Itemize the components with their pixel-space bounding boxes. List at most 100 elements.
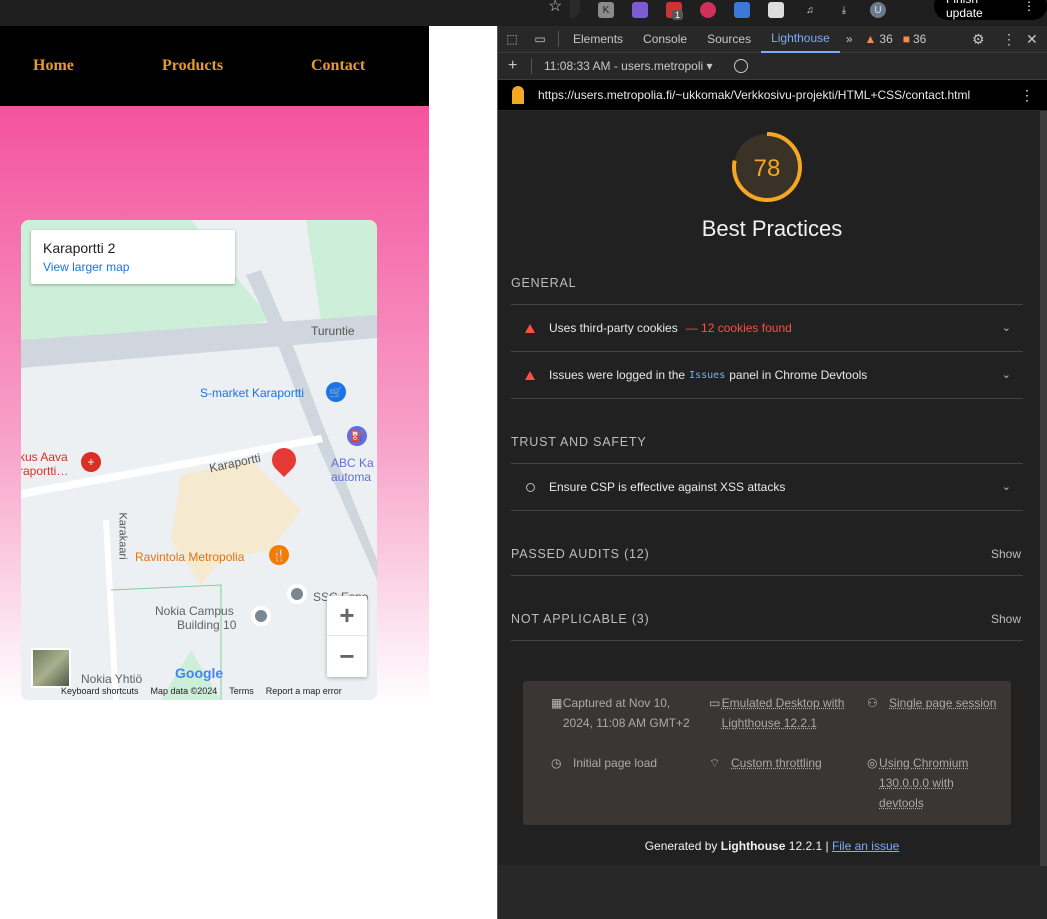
group-passed-audits[interactable]: PASSED AUDITS (12) (511, 547, 650, 561)
nav-home-link[interactable]: Home (33, 57, 74, 75)
download-icon[interactable]: ⤓ (836, 2, 852, 18)
device-toolbar-icon[interactable]: ▭ (526, 32, 554, 46)
file-an-issue-link[interactable]: File an issue (832, 839, 899, 853)
env-text: Initial page load (573, 756, 658, 770)
audit-issues-logged[interactable]: Issues were logged in the Issues panel i… (511, 351, 1023, 398)
map-label: Building 10 (177, 618, 237, 632)
group-not-applicable[interactable]: NOT APPLICABLE (3) (511, 612, 650, 626)
new-report-icon[interactable]: + (508, 57, 517, 75)
env-text[interactable]: Using Chromium 130.0.0.0 with devtools (879, 753, 997, 813)
tab-lighthouse[interactable]: Lighthouse (761, 26, 840, 53)
env-captured: ▦ Captured at Nov 10, 2024, 11:08 AM GMT+… (551, 693, 691, 733)
env-throttling: ⌔ Custom throttling (709, 753, 849, 773)
nav-contact-link[interactable]: Contact (311, 57, 365, 75)
terms-link[interactable]: Terms (229, 686, 254, 696)
footer-version: 12.2.1 | (788, 839, 829, 853)
fuel-station-icon[interactable]: ⛽ (347, 426, 367, 446)
warning-count[interactable]: 36 (879, 32, 892, 46)
shopping-cart-icon[interactable]: 🛒 (326, 382, 346, 402)
show-na-button[interactable]: Show (991, 612, 1021, 626)
satellite-toggle-button[interactable] (31, 648, 71, 688)
tab-console[interactable]: Console (633, 26, 697, 53)
show-passed-button[interactable]: Show (991, 547, 1021, 561)
map-label: Nokia Yhtiö (81, 672, 143, 686)
extension-badge: 1 (672, 10, 684, 20)
map-label: Ravintola Metropolia (135, 550, 245, 564)
chevron-down-icon[interactable]: ⌄ (1002, 368, 1011, 381)
tab-sources[interactable]: Sources (697, 26, 761, 53)
bookmark-star-icon[interactable]: ☆ (548, 0, 562, 16)
inspect-element-icon[interactable]: ⬚ (498, 32, 526, 46)
embedded-map[interactable]: Karaportti 2 View larger map Turuntie S-… (21, 220, 377, 700)
extension-icon[interactable] (700, 2, 716, 18)
media-icon[interactable]: ♫ (802, 2, 818, 18)
issues-count[interactable]: 36 (913, 32, 926, 46)
kebab-menu-icon[interactable]: ⋮ (1002, 31, 1016, 48)
audit-title-rest: panel in Chrome Devtools (729, 368, 868, 382)
place-marker-icon[interactable] (287, 584, 307, 604)
view-larger-map-link[interactable]: View larger map (43, 260, 223, 274)
issues-code: Issues (689, 369, 726, 381)
report-select[interactable]: 11:08:33 AM - users.metropoli ▾ (544, 59, 713, 73)
map-label: Karakaari (116, 512, 129, 560)
kebab-menu-icon[interactable]: ⋮ (1023, 0, 1035, 13)
chrome-icon: ◎ (867, 756, 878, 770)
nav-products-link[interactable]: Products (162, 57, 223, 75)
env-single-page: ⚇ Single page session (867, 693, 997, 713)
group-general: GENERAL (511, 276, 577, 290)
map-label: raportti… (21, 464, 69, 478)
map-label: Turuntie (311, 324, 355, 338)
lighthouse-logo-icon (512, 86, 524, 104)
place-marker-icon[interactable] (251, 606, 271, 626)
report-select-value: 11:08:33 AM - users.metropoli (544, 59, 704, 73)
laptop-icon: ▭ (709, 696, 721, 710)
warning-icon: ▲ (864, 32, 877, 46)
env-text[interactable]: Single page session (889, 693, 996, 713)
report-url: https://users.metropolia.fi/~ukkomak/Ver… (538, 88, 971, 102)
devtools-tabbar: ⬚ ▭ Elements Console Sources Lighthouse … (498, 26, 1047, 53)
finish-update-button[interactable]: Finish update ⋮ (934, 0, 1047, 20)
map-place-title: Karaportti 2 (43, 240, 116, 256)
hospital-icon[interactable]: + (81, 452, 101, 472)
more-tabs-icon[interactable]: » (840, 32, 859, 46)
clear-reports-icon[interactable] (734, 59, 748, 73)
audit-third-party-cookies[interactable]: Uses third-party cookies — 12 cookies fo… (511, 304, 1023, 351)
tab-elements[interactable]: Elements (563, 26, 633, 53)
google-logo: Google (175, 665, 224, 681)
devtools-scrollbar[interactable] (1040, 111, 1047, 866)
extension-icon[interactable] (632, 2, 648, 18)
kebab-menu-icon[interactable]: ⋮ (1020, 87, 1034, 104)
runtime-settings: ▦ Captured at Nov 10, 2024, 11:08 AM GMT+… (523, 681, 1011, 825)
extension-icon[interactable]: K (598, 2, 614, 18)
env-initial-load: ◷ Initial page load (551, 753, 691, 773)
extension-icon[interactable] (768, 2, 784, 18)
timer-icon: ◷ (551, 756, 562, 770)
zoom-out-button[interactable]: − (327, 636, 367, 676)
fail-triangle-icon (525, 370, 535, 380)
profile-avatar[interactable]: U (870, 2, 886, 18)
extension-icon[interactable]: 1 (666, 2, 684, 20)
report-map-error-link[interactable]: Report a map error (266, 686, 342, 696)
restaurant-icon[interactable]: 🍴 (269, 545, 289, 565)
audit-csp-xss[interactable]: Ensure CSP is effective against XSS atta… (511, 463, 1023, 510)
finish-update-label: Finish update (946, 0, 983, 20)
env-text[interactable]: Custom throttling (731, 753, 822, 773)
session-icon: ⚇ (867, 696, 878, 710)
informative-circle-icon (525, 482, 535, 492)
omnibox-end (570, 0, 580, 18)
env-text[interactable]: Emulated Desktop with Lighthouse 12.2.1 (722, 693, 849, 733)
extension-icon[interactable] (734, 2, 750, 18)
zoom-in-button[interactable]: + (327, 596, 367, 636)
chevron-down-icon[interactable]: ⌄ (1002, 480, 1011, 493)
map-label: automa (331, 470, 372, 484)
keyboard-shortcuts-link[interactable]: Keyboard shortcuts (61, 686, 139, 696)
close-icon[interactable]: ✕ (1026, 31, 1038, 48)
settings-gear-icon[interactable]: ⚙ (972, 31, 985, 48)
env-emulated: ▭ Emulated Desktop with Lighthouse 12.2.1 (709, 693, 849, 733)
audit-title: Issues were logged in the (549, 368, 686, 382)
group-trust-safety: TRUST AND SAFETY (511, 435, 647, 449)
lighthouse-report: 78 Best Practices GENERAL Uses third-par… (498, 111, 1046, 865)
web-page: Home Products Contact Karaportti 2 View … (0, 26, 429, 919)
report-url-bar: https://users.metropolia.fi/~ukkomak/Ver… (498, 80, 1047, 110)
chevron-down-icon[interactable]: ⌄ (1002, 321, 1011, 334)
